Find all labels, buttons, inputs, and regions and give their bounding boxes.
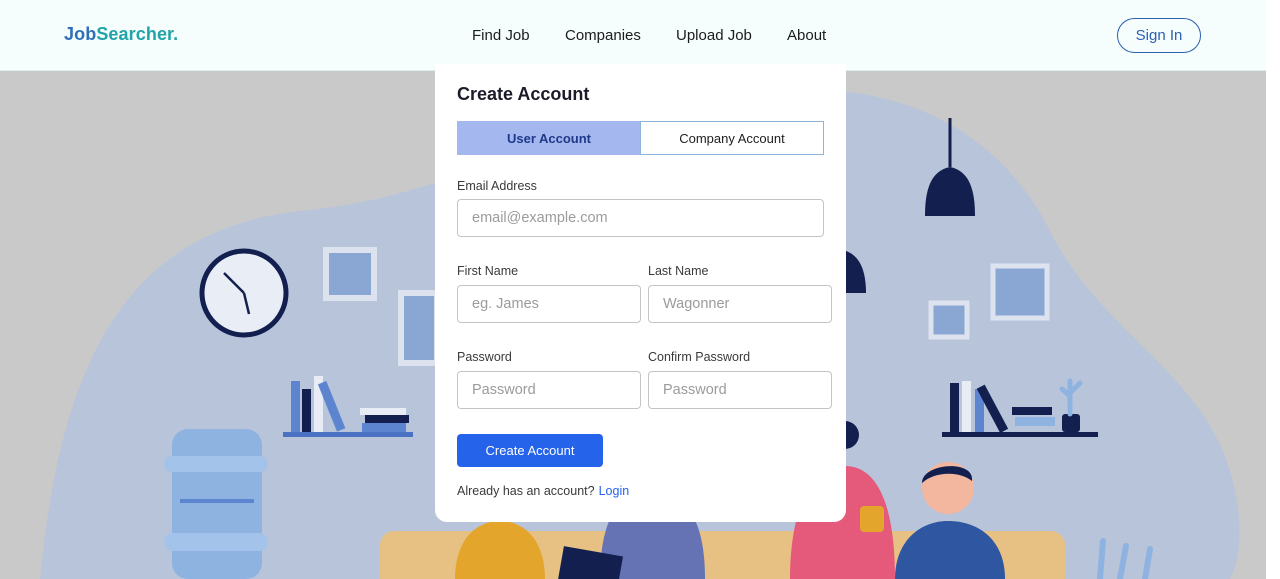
wall-frame [323, 247, 377, 301]
create-account-button[interactable]: Create Account [457, 434, 603, 467]
login-prompt: Already has an account? Login [457, 484, 629, 498]
nav-link-about[interactable]: About [787, 27, 826, 44]
wall-frame [990, 263, 1050, 321]
tab-user-account[interactable]: User Account [457, 121, 641, 155]
last-name-label: Last Name [648, 264, 709, 278]
nav-link-find-job[interactable]: Find Job [472, 27, 530, 44]
email-label: Email Address [457, 179, 537, 193]
wall-frame [928, 300, 970, 340]
card-title: Create Account [457, 84, 590, 104]
last-name-field[interactable] [648, 285, 832, 323]
brand-logo[interactable]: JobSearcher. [64, 24, 178, 45]
water-cooler [164, 429, 268, 579]
nav-link-companies[interactable]: Companies [565, 27, 641, 44]
confirm-password-label: Confirm Password [648, 350, 751, 364]
first-name-field[interactable] [457, 285, 641, 323]
login-prompt-text: Already has an account? [457, 484, 595, 498]
password-label: Password [457, 350, 512, 364]
tab-company-account[interactable]: Company Account [640, 121, 824, 155]
email-field[interactable] [457, 199, 824, 237]
nav-link-upload-job[interactable]: Upload Job [676, 27, 752, 44]
wall-clock-icon [199, 248, 289, 338]
password-field[interactable] [457, 371, 641, 409]
top-navbar: JobSearcher. Find Job Companies Upload J… [0, 0, 1266, 71]
brand-name-part2: Searcher. [96, 24, 179, 44]
wall-frame [398, 290, 440, 366]
login-link[interactable]: Login [599, 484, 630, 498]
brand-name-part1: Job [64, 24, 97, 44]
page-scrollbar[interactable] [1266, 0, 1280, 579]
first-name-label: First Name [457, 264, 519, 278]
sign-in-button[interactable]: Sign In [1117, 18, 1201, 53]
confirm-password-field[interactable] [648, 371, 832, 409]
create-account-card: Create Account User Account Company Acco… [435, 64, 846, 522]
